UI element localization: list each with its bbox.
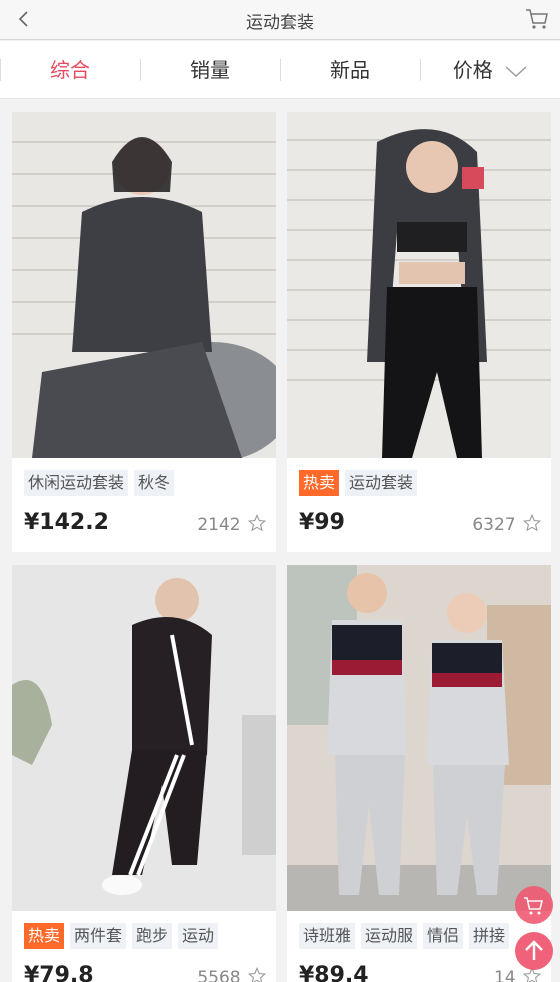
product-tag: 两件套 <box>70 923 127 949</box>
tag-list: 诗班雅 运动服 情侣 拼接 <box>299 923 510 949</box>
sales-value: 14 <box>493 968 516 982</box>
sales-value: 6327 <box>472 515 516 535</box>
product-card[interactable]: 热卖 两件套 跑步 运动 ¥79.8 5568 <box>12 565 276 982</box>
product-tag: 休闲运动套装 <box>24 470 129 496</box>
hot-tag: 热卖 <box>24 923 65 949</box>
cart-icon <box>524 897 544 915</box>
product-tag: 运动 <box>178 923 219 949</box>
product-tag: 运动服 <box>361 923 418 949</box>
product-tag: 秋冬 <box>134 470 175 496</box>
page-title: 运动套装 <box>246 13 314 33</box>
tab-label: 新品 <box>330 58 370 82</box>
cart-icon <box>526 9 548 29</box>
product-tag: 情侣 <box>423 923 464 949</box>
tag-list: 热卖 两件套 跑步 运动 <box>24 923 219 949</box>
sales-count: 2142 <box>197 514 266 535</box>
product-image[interactable] <box>287 565 551 911</box>
star-icon[interactable] <box>248 967 266 982</box>
tab-price[interactable]: 价格 <box>420 41 560 98</box>
product-image[interactable] <box>287 112 551 458</box>
sales-value: 2142 <box>197 515 241 535</box>
star-icon[interactable] <box>523 514 541 532</box>
tag-list: 热卖 运动套装 <box>299 470 418 496</box>
product-card[interactable]: 热卖 运动套装 ¥99 6327 <box>287 112 551 552</box>
sales-count: 6327 <box>472 514 541 535</box>
tab-label: 销量 <box>190 58 230 82</box>
floating-cart-button[interactable] <box>515 886 553 924</box>
product-price: ¥99 <box>299 510 345 535</box>
cart-button[interactable] <box>524 6 550 32</box>
tag-list: 休闲运动套装 秋冬 <box>24 470 175 496</box>
sort-bar: 综合 销量 新品 价格 <box>0 41 560 99</box>
tab-comprehensive[interactable]: 综合 <box>0 41 140 98</box>
product-image[interactable] <box>12 565 276 911</box>
product-price: ¥79.8 <box>24 963 94 982</box>
product-price: ¥142.2 <box>24 510 109 535</box>
arrow-up-icon <box>525 940 543 960</box>
sales-count: 5568 <box>197 967 266 982</box>
product-tag: 跑步 <box>132 923 173 949</box>
product-tag: 运动套装 <box>345 470 418 496</box>
back-to-top-button[interactable] <box>515 932 553 970</box>
chevron-down-icon <box>505 65 527 77</box>
product-tag: 诗班雅 <box>299 923 356 949</box>
tab-new[interactable]: 新品 <box>280 41 420 98</box>
product-card[interactable]: 休闲运动套装 秋冬 ¥142.2 2142 <box>12 112 276 552</box>
tab-label: 价格 <box>452 58 493 82</box>
tab-label: 综合 <box>50 58 90 82</box>
product-tag: 拼接 <box>469 923 510 949</box>
product-card[interactable]: 诗班雅 运动服 情侣 拼接 ¥89.4 14 <box>287 565 551 982</box>
sales-value: 5568 <box>197 968 241 982</box>
tab-sales[interactable]: 销量 <box>140 41 280 98</box>
hot-tag: 热卖 <box>299 470 340 496</box>
product-image[interactable] <box>12 112 276 458</box>
product-price: ¥89.4 <box>299 963 369 982</box>
top-bar: 运动套装 <box>0 0 560 40</box>
star-icon[interactable] <box>248 514 266 532</box>
